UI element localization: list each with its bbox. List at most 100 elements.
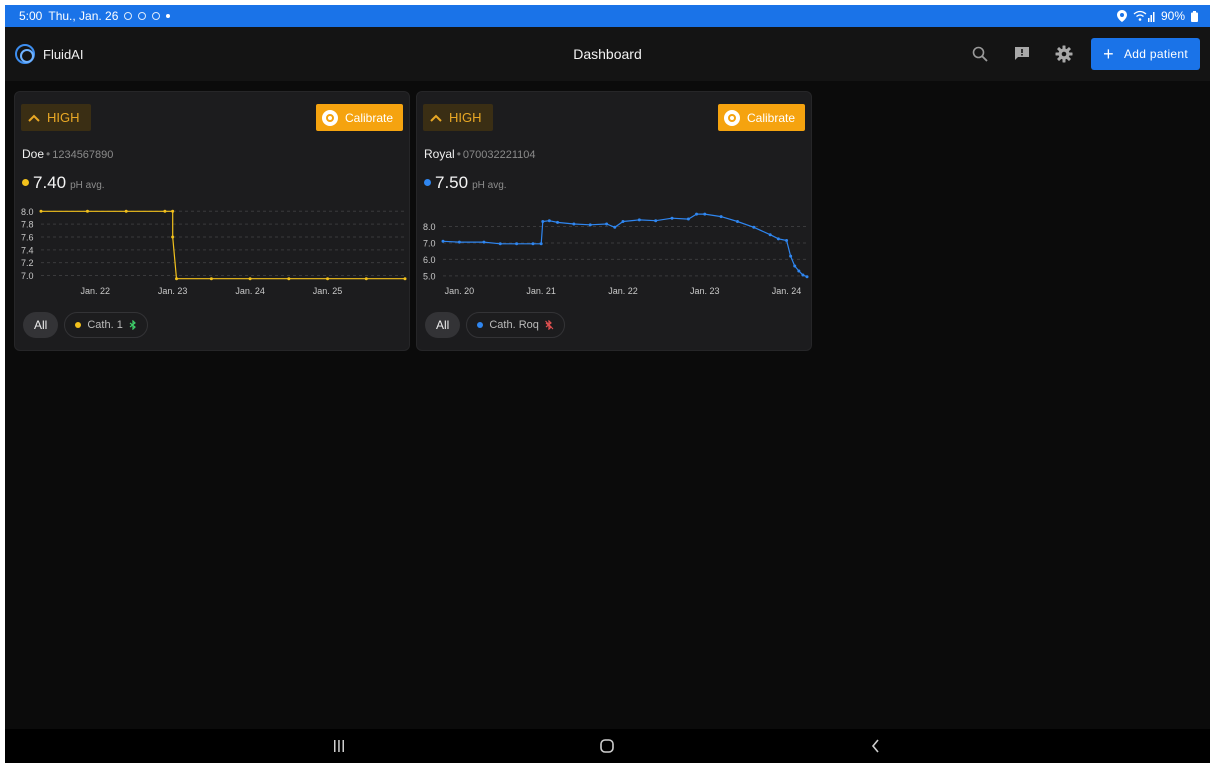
catheter-chip[interactable]: Cath. 1 [64,312,148,338]
more-notifications-icon [166,14,171,18]
alert-level-label: HIGH [449,110,482,125]
y-tick-label: 7.6 [21,232,34,242]
y-tick-label: 7.4 [21,245,34,255]
catheter-label: Cath. Roq [489,319,539,331]
data-point [287,277,291,281]
ph-chart[interactable]: 8.0 7.0 6.0 5.0 Jan. 20 Jan. 21 Jan. 22 Jan. 23… [421,202,809,302]
patient-card[interactable]: HIGH Calibrate Royal • 070032221104 7.50 p… [416,91,812,351]
add-patient-button[interactable]: + Add patient [1091,38,1200,70]
data-point [498,242,502,246]
notification-icon [124,12,133,20]
settings-button[interactable] [1049,39,1079,69]
y-tick-label: 7.0 [423,238,436,248]
data-point [364,277,368,281]
filter-all-chip[interactable]: All [23,312,59,338]
data-point [613,225,617,229]
data-point [482,240,486,244]
y-tick-label: 6.0 [423,255,436,265]
series-line [442,213,808,278]
data-point [175,277,179,281]
status-right: 90% [1116,9,1198,23]
tablet-screen: 5:00 Thu., Jan. 26 90% FluidAI Dashboard [5,5,1210,763]
search-icon [972,46,988,62]
target-icon [724,109,740,126]
target-icon [322,109,338,126]
y-tick-label: 8.0 [21,207,34,217]
data-point [572,222,576,226]
patient-name: Royal [424,147,455,161]
app-bar: FluidAI Dashboard + Add patient [5,27,1210,81]
series-dot [477,322,484,328]
y-tick-label: 7.8 [21,220,34,230]
chevron-up-icon [430,114,442,122]
patient-id: 1234567890 [52,149,114,161]
data-point [539,242,543,246]
app-name: FluidAI [43,46,84,62]
data-point [547,219,551,223]
bluetooth-disconnected-icon [545,320,554,330]
data-point [703,212,707,216]
x-tick-label: Jan. 22 [80,286,110,296]
search-button[interactable] [965,39,995,69]
data-point [441,239,445,243]
series-dot [75,322,82,328]
x-tick-label: Jan. 21 [526,286,556,296]
catheter-label: Cath. 1 [87,319,123,331]
patient-card[interactable]: HIGH Calibrate Doe • 1234567890 7.40 pH av… [14,91,410,351]
status-bar: 5:00 Thu., Jan. 26 90% [5,5,1210,27]
feedback-icon [1015,47,1030,60]
patient-name: Doe [22,147,45,161]
ph-unit: pH avg. [70,180,105,191]
calibrate-label: Calibrate [747,110,796,125]
data-point [163,209,167,213]
data-point [124,209,128,213]
data-point [695,212,699,216]
filter-all-chip[interactable]: All [425,312,461,338]
alert-level-badge: HIGH [423,104,493,131]
y-tick-label: 5.0 [423,271,436,281]
data-point [588,223,592,227]
calibrate-button[interactable]: Calibrate [718,104,805,131]
catheter-chip[interactable]: Cath. Roq [466,312,565,338]
status-time: 5:00 [19,9,43,23]
data-point [768,233,772,237]
data-point [556,220,560,224]
data-point [654,219,658,223]
feedback-button[interactable] [1007,39,1037,69]
data-point [670,216,674,220]
home-button[interactable] [577,729,637,763]
toolbar-actions: + Add patient [965,38,1200,70]
data-point [785,238,789,242]
data-point [541,220,545,224]
back-button[interactable] [846,729,906,763]
data-point [797,269,801,273]
y-tick-label: 8.0 [423,222,436,232]
x-tick-label: Jan. 25 [313,286,343,296]
x-tick-label: Jan. 24 [235,286,265,296]
data-point [752,225,756,229]
data-point [789,254,793,258]
brand[interactable]: FluidAI [15,44,83,64]
calibrate-label: Calibrate [345,110,394,125]
location-icon [1116,10,1127,22]
status-date: Thu., Jan. 26 [48,9,119,23]
patient-info: Doe • 1234567890 [22,147,113,161]
data-point [85,209,89,213]
x-tick-label: Jan. 22 [608,286,638,296]
data-point [605,222,609,226]
bluetooth-icon [129,320,136,330]
add-patient-label: Add patient [1123,47,1188,61]
alert-level-label: HIGH [47,110,80,125]
data-point [171,235,175,239]
separator-dot: • [456,147,461,161]
data-point [39,209,43,213]
home-icon [600,739,615,753]
data-point [171,209,175,213]
system-nav-bar [5,729,1210,763]
ph-value: 7.40 [33,173,67,192]
recent-apps-button[interactable] [309,729,369,763]
ph-unit: pH avg. [472,180,507,191]
data-point [805,275,809,279]
calibrate-button[interactable]: Calibrate [316,104,403,131]
ph-chart[interactable]: 8.0 7.8 7.6 7.4 7.2 7.0 Jan. 22 Jan. 23 Jan. 24 J… [19,202,407,302]
